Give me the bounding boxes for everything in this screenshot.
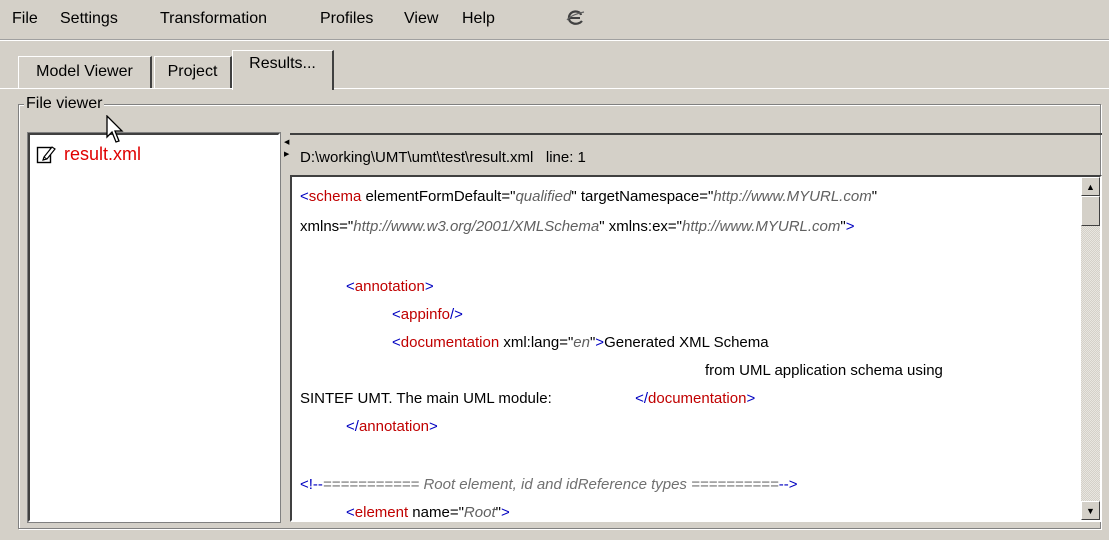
code-token: />: [449, 306, 463, 323]
code-token: <: [300, 188, 309, 205]
code-token: <: [346, 278, 355, 295]
code-token: xmlns=": [300, 218, 354, 235]
tab-model-viewer[interactable]: Model Viewer: [18, 56, 152, 88]
code-line: <annotation>: [346, 278, 434, 296]
e-logo-icon[interactable]: [564, 7, 586, 29]
code-token: xml:lang=": [499, 334, 574, 351]
code-token: <: [392, 306, 401, 323]
menu-divider-highlight: [0, 40, 1109, 41]
code-token: http://www.MYURL.com: [682, 218, 841, 235]
scroll-down-arrow-icon[interactable]: ▼: [1081, 501, 1100, 520]
code-token: name=": [408, 504, 464, 521]
mouse-pointer-icon: [106, 115, 124, 143]
code-line: <appinfo/>: [392, 306, 463, 324]
code-token: >: [429, 418, 438, 435]
code-token: =========== Root element, id and idRefer…: [322, 476, 779, 493]
code-token: SINTEF UMT. The main UML module:: [300, 390, 552, 407]
code-token: " targetNamespace=": [571, 188, 714, 205]
tab-baseline: [0, 88, 1109, 89]
code-token: http://www.MYURL.com: [713, 188, 872, 205]
code-token: annotation: [354, 278, 425, 295]
code-line: <schema elementFormDefault="qualified" t…: [300, 188, 877, 206]
menu-file[interactable]: File: [12, 10, 38, 28]
menu-transformation[interactable]: Transformation: [160, 10, 267, 28]
tab-project[interactable]: Project: [154, 56, 232, 88]
code-token: -->: [778, 476, 798, 493]
code-token: " xmlns:ex=": [599, 218, 682, 235]
code-token: >: [845, 218, 855, 235]
file-name: result.xml: [64, 143, 142, 164]
edit-file-icon: [36, 146, 56, 164]
code-token: <: [346, 504, 355, 521]
tab-label: Model Viewer: [36, 63, 133, 80]
code-token: documentation: [648, 390, 747, 407]
code-line: from UML application schema using: [705, 362, 943, 380]
list-item[interactable]: result.xml: [36, 143, 141, 165]
code-token: documentation: [400, 334, 500, 351]
code-token: >: [746, 390, 756, 407]
xml-editor[interactable]: <schema elementFormDefault="qualified" t…: [290, 175, 1102, 522]
code-line: <!--=========== Root element, id and idR…: [300, 476, 797, 494]
scroll-up-arrow-icon[interactable]: ▲: [1081, 177, 1100, 196]
code-line: xmlns="http://www.w3.org/2001/XMLSchema"…: [300, 218, 854, 236]
code-token: elementFormDefault=": [361, 188, 516, 205]
code-token: appinfo: [400, 306, 450, 323]
code-line: <documentation xml:lang="en">Generated X…: [392, 334, 769, 352]
code-token: <!--: [300, 476, 323, 493]
file-path-bar: D:\working\UMT\umt\test\result.xml line:…: [290, 133, 1102, 173]
collapse-right-icon[interactable]: ▶: [284, 151, 289, 158]
pane-splitter[interactable]: ◀ ▶: [281, 133, 289, 522]
tab-label: Results...: [249, 55, 316, 72]
menu-view[interactable]: View: [404, 10, 438, 28]
menu-settings[interactable]: Settings: [60, 10, 118, 28]
code-line: <element name="Root">: [346, 504, 510, 521]
code-token: >: [595, 334, 605, 351]
menu-help[interactable]: Help: [462, 10, 495, 28]
code-token: >: [424, 278, 434, 295]
file-path-label: D:\working\UMT\umt\test\result.xml line:…: [300, 149, 586, 166]
tab-label: Project: [167, 63, 218, 80]
code-token: qualified: [515, 188, 572, 205]
code-line: </annotation>: [346, 418, 438, 436]
code-token: element: [354, 504, 409, 521]
group-title: File viewer: [24, 94, 105, 114]
code-token: Generated XML Schema: [604, 334, 769, 351]
menu-profiles[interactable]: Profiles: [320, 10, 373, 28]
file-list[interactable]: result.xml: [27, 132, 281, 523]
code-token: schema: [308, 188, 362, 205]
code-token: ": [871, 188, 878, 205]
code-line: SINTEF UMT. The main UML module: </docum…: [300, 390, 755, 408]
code-token: </: [346, 418, 359, 435]
code-token: http://www.w3.org/2001/XMLSchema: [353, 218, 600, 235]
code-token: </: [635, 390, 649, 407]
code-token: en: [573, 334, 590, 351]
vertical-scrollbar[interactable]: ▲ ▼: [1081, 177, 1100, 520]
code-token: annotation: [358, 418, 430, 435]
menu-bar: File Settings Transformation Profiles Vi…: [0, 0, 1109, 38]
collapse-left-icon[interactable]: ◀: [284, 139, 289, 146]
code-token: >: [500, 504, 510, 521]
scroll-thumb[interactable]: [1081, 196, 1100, 226]
tab-results[interactable]: Results...: [232, 50, 334, 90]
tab-strip: Model Viewer Project Results...: [0, 42, 1109, 94]
code-token: from UML application schema using: [705, 362, 943, 379]
code-token: <: [392, 334, 401, 351]
code-token: Root: [463, 504, 496, 521]
